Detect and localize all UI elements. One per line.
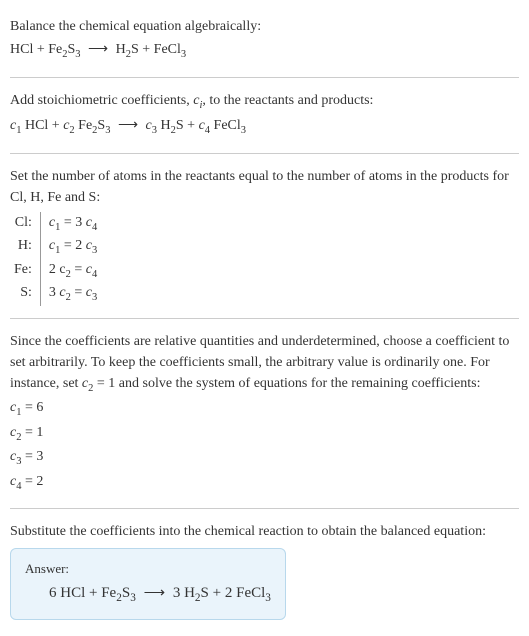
- eq-part: S + FeCl: [131, 42, 181, 57]
- unbalanced-equation: HCl + Fe2S3 ⟶ H2S + FeCl3: [10, 39, 519, 63]
- atom-equation: c1 = 3 c4: [40, 212, 101, 236]
- eq-part: HCl +: [21, 118, 63, 133]
- eq-part: = 2: [60, 238, 85, 253]
- atom-equation: 2 c2 = c4: [40, 259, 101, 283]
- atoms-section: Set the number of atoms in the reactants…: [10, 158, 519, 314]
- var-sub: 3: [92, 292, 97, 303]
- eq-part: 2 c: [49, 262, 66, 277]
- subscript: 3: [130, 592, 136, 604]
- coefficient-list: c1 = 6 c2 = 1 c3 = 3 c4 = 2: [10, 397, 519, 494]
- step3-text: Set the number of atoms in the reactants…: [10, 166, 519, 208]
- coeff-value: = 6: [21, 400, 43, 415]
- eq-part: Fe: [75, 118, 93, 133]
- eq-part: H: [116, 42, 126, 57]
- var-sub: 4: [92, 269, 97, 280]
- atom-equation: 3 c2 = c3: [40, 282, 101, 306]
- eq-part: =: [71, 262, 86, 277]
- table-row: Cl: c1 = 3 c4: [10, 212, 101, 236]
- atom-equation: c1 = 2 c3: [40, 235, 101, 259]
- answer-label: Answer:: [25, 559, 271, 579]
- divider: [10, 318, 519, 319]
- subscript: 3: [105, 125, 110, 136]
- eq-part: = 3: [60, 215, 85, 230]
- substitute-section: Substitute the coefficients into the che…: [10, 513, 519, 628]
- atom-equations-table: Cl: c1 = 3 c4 H: c1 = 2 c3 Fe: 2 c2 = c4…: [10, 212, 101, 306]
- coeff-value: = 1: [21, 425, 43, 440]
- divider: [10, 153, 519, 154]
- coeff-value: = 2: [21, 474, 43, 489]
- eq-part: =: [71, 285, 86, 300]
- eq-part: S: [122, 585, 130, 601]
- eq-part: S + 2 FeCl: [201, 585, 266, 601]
- list-item: c4 = 2: [10, 471, 519, 495]
- list-item: c2 = 1: [10, 422, 519, 446]
- eq-part: S +: [176, 118, 199, 133]
- eq-part: 3 H: [173, 585, 195, 601]
- var-sub: 3: [92, 245, 97, 256]
- coeff-value: = 3: [21, 449, 43, 464]
- step5-text: Substitute the coefficients into the che…: [10, 521, 519, 542]
- subscript: 3: [75, 49, 80, 60]
- lhs-text: 2 c: [49, 262, 66, 277]
- eq-part: HCl + Fe: [10, 42, 62, 57]
- table-row: H: c1 = 2 c3: [10, 235, 101, 259]
- step2-text: Add stoichiometric coefficients, ci, to …: [10, 90, 519, 114]
- subscript: 3: [241, 125, 246, 136]
- arrow-icon: ⟶: [88, 39, 108, 60]
- intro-section: Balance the chemical equation algebraica…: [10, 8, 519, 73]
- coefficients-section: Add stoichiometric coefficients, ci, to …: [10, 82, 519, 149]
- element-label: Fe:: [10, 259, 40, 283]
- text-part: Add stoichiometric coefficients,: [10, 93, 193, 108]
- table-row: S: 3 c2 = c3: [10, 282, 101, 306]
- text-part: , to the reactants and products:: [202, 93, 373, 108]
- balanced-equation: 6 HCl + Fe2S3 ⟶ 3 H2S + 2 FeCl3: [25, 582, 271, 607]
- eq-part: 6 HCl + Fe: [49, 585, 116, 601]
- eq-part: FeCl: [210, 118, 241, 133]
- element-label: H:: [10, 235, 40, 259]
- element-label: Cl:: [10, 212, 40, 236]
- eq-part: 3 c: [49, 285, 66, 300]
- arrow-icon: ⟶: [144, 582, 166, 605]
- subscript: 3: [181, 49, 186, 60]
- solve-section: Since the coefficients are relative quan…: [10, 323, 519, 504]
- intro-text: Balance the chemical equation algebraica…: [10, 16, 519, 37]
- list-item: c1 = 6: [10, 397, 519, 421]
- divider: [10, 77, 519, 78]
- table-row: Fe: 2 c2 = c4: [10, 259, 101, 283]
- subscript: 3: [265, 592, 271, 604]
- element-label: S:: [10, 282, 40, 306]
- arrow-icon: ⟶: [118, 115, 138, 136]
- step4-text: Since the coefficients are relative quan…: [10, 331, 519, 397]
- list-item: c3 = 3: [10, 446, 519, 470]
- stoich-equation: c1 HCl + c2 Fe2S3 ⟶ c3 H2S + c4 FeCl3: [10, 115, 519, 139]
- eq-part: H: [157, 118, 171, 133]
- answer-box: Answer: 6 HCl + Fe2S3 ⟶ 3 H2S + 2 FeCl3: [10, 548, 286, 620]
- text-part: = 1 and solve the system of equations fo…: [93, 376, 480, 391]
- divider: [10, 508, 519, 509]
- var-sub: 4: [92, 221, 97, 232]
